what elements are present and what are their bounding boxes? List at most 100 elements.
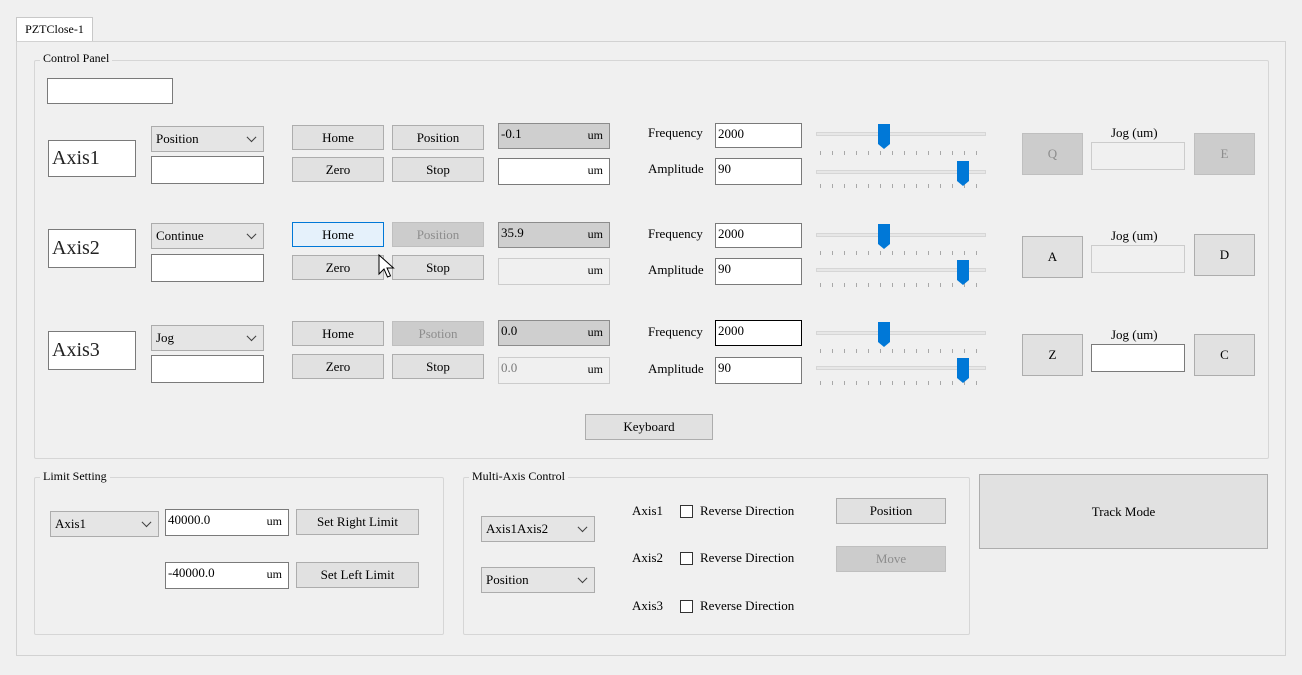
left-limit-value: -40000.0 <box>168 565 215 580</box>
axis2-mode-value: Continue <box>156 228 204 243</box>
limit-axis-value: Axis1 <box>55 516 87 531</box>
axis3-label: Axis3 <box>48 331 136 370</box>
set-left-limit-button[interactable]: Set Left Limit <box>296 562 419 588</box>
axis1-frequency-slider-ticks <box>820 151 985 155</box>
axis2-stop-button[interactable]: Stop <box>392 255 484 280</box>
axis3-home-button[interactable]: Home <box>292 321 384 346</box>
axis2-readout-value: 35.9 <box>501 225 524 240</box>
axis3-jog-label: Jog (um) <box>1111 327 1158 342</box>
axis1-reverse-checkbox[interactable] <box>680 505 693 518</box>
axis1-frequency-label: Frequency <box>648 125 703 140</box>
tab-pztclose-1[interactable]: PZTClose-1 <box>16 17 93 42</box>
axis2-home-button[interactable]: Home <box>292 222 384 247</box>
chevron-down-icon <box>577 573 588 584</box>
axis1-jog-input[interactable] <box>1091 142 1185 170</box>
axis3-jog-left-button[interactable]: Z <box>1022 334 1083 376</box>
axis3-frequency-slider-ticks <box>820 349 985 353</box>
axis3-frequency-input[interactable]: 2000 <box>715 320 802 346</box>
axis2-frequency-slider-ticks <box>820 251 985 255</box>
limit-axis-select[interactable]: Axis1 <box>50 511 159 537</box>
axis3-frequency-label: Frequency <box>648 324 703 339</box>
chevron-down-icon <box>141 517 152 528</box>
axis1-label: Axis1 <box>48 140 136 177</box>
axis2-position-button[interactable]: Position <box>392 222 484 247</box>
axis1-frequency-slider-track <box>816 132 986 136</box>
right-limit-value: 40000.0 <box>168 512 211 527</box>
chevron-down-icon <box>246 132 257 143</box>
multi-axis-axes-select[interactable]: Axis1Axis2 <box>481 516 595 542</box>
axis1-mode-value: Position <box>156 131 199 146</box>
axis2-target-input[interactable]: um <box>498 258 610 285</box>
axis1-jog-left-button[interactable]: Q <box>1022 133 1083 175</box>
axis3-mode-value: Jog <box>156 330 175 345</box>
axis3-frequency-slider-track <box>816 331 986 335</box>
axis1-mode-input[interactable] <box>151 156 264 184</box>
axis3-target-input[interactable]: 0.0 um <box>498 357 610 384</box>
left-limit-input[interactable]: -40000.0 um <box>165 562 289 589</box>
axis2-frequency-slider-track <box>816 233 986 237</box>
axis1-target-input[interactable]: um <box>498 158 610 185</box>
axis2-reverse-label: Reverse Direction <box>700 550 795 565</box>
axis2-jog-label: Jog (um) <box>1111 228 1158 243</box>
axis2-zero-button[interactable]: Zero <box>292 255 384 280</box>
multi-axis1-label: Axis1 <box>632 503 664 518</box>
axis3-stop-button[interactable]: Stop <box>392 354 484 379</box>
control-panel-top-field[interactable] <box>47 78 173 104</box>
chevron-down-icon <box>246 229 257 240</box>
axis2-reverse-checkbox[interactable] <box>680 552 693 565</box>
axis2-frequency-slider-thumb[interactable] <box>878 224 891 249</box>
axis3-amplitude-slider-thumb[interactable] <box>957 358 970 383</box>
multi-axis-move-button[interactable]: Move <box>836 546 946 572</box>
axis1-jog-right-button[interactable]: E <box>1194 133 1255 175</box>
axis1-readout: -0.1 um <box>498 123 610 149</box>
axis1-stop-button[interactable]: Stop <box>392 157 484 182</box>
axis1-zero-button[interactable]: Zero <box>292 157 384 182</box>
axis2-jog-right-button[interactable]: D <box>1194 234 1255 276</box>
axis2-jog-input[interactable] <box>1091 245 1185 273</box>
axis3-mode-select[interactable]: Jog <box>151 325 264 351</box>
multi-axis2-label: Axis2 <box>632 550 664 565</box>
axis3-readout-unit: um <box>587 325 603 339</box>
axis3-frequency-slider-thumb[interactable] <box>878 322 891 347</box>
left-limit-unit: um <box>266 567 282 581</box>
track-mode-button[interactable]: Track Mode <box>979 474 1268 549</box>
tab-label: PZTClose-1 <box>25 22 84 36</box>
axis3-position-button[interactable]: Psotion <box>392 321 484 346</box>
axis2-mode-input[interactable] <box>151 254 264 282</box>
right-limit-input[interactable]: 40000.0 um <box>165 509 289 536</box>
axis1-target-unit: um <box>587 163 603 177</box>
axis1-home-button[interactable]: Home <box>292 125 384 150</box>
multi-axis-axes-value: Axis1Axis2 <box>486 521 549 536</box>
axis2-jog-left-button[interactable]: A <box>1022 236 1083 278</box>
axis1-mode-select[interactable]: Position <box>151 126 264 152</box>
axis3-mode-input[interactable] <box>151 355 264 383</box>
axis2-amplitude-slider-thumb[interactable] <box>957 260 970 285</box>
multi-axis-control-title: Multi-Axis Control <box>469 469 569 483</box>
axis1-amplitude-label: Amplitude <box>648 161 704 176</box>
axis3-jog-input[interactable] <box>1091 344 1185 372</box>
axis3-amplitude-input[interactable]: 90 <box>715 357 802 384</box>
axis1-readout-unit: um <box>587 128 603 142</box>
axis3-zero-button[interactable]: Zero <box>292 354 384 379</box>
axis1-frequency-slider-thumb[interactable] <box>878 124 891 149</box>
axis1-frequency-input[interactable]: 2000 <box>715 123 802 148</box>
axis2-amplitude-label: Amplitude <box>648 262 704 277</box>
axis2-mode-select[interactable]: Continue <box>151 223 264 249</box>
axis3-reverse-checkbox[interactable] <box>680 600 693 613</box>
axis2-frequency-input[interactable]: 2000 <box>715 223 802 248</box>
multi-axis-position-button[interactable]: Position <box>836 498 946 524</box>
mouse-pointer-icon <box>378 254 395 278</box>
axis1-readout-value: -0.1 <box>501 126 522 141</box>
axis1-amplitude-slider-thumb[interactable] <box>957 161 970 186</box>
axis2-amplitude-input[interactable]: 90 <box>715 258 802 285</box>
multi-axis-mode-select[interactable]: Position <box>481 567 595 593</box>
keyboard-button[interactable]: Keyboard <box>585 414 713 440</box>
axis3-jog-right-button[interactable]: C <box>1194 334 1255 376</box>
axis1-position-button[interactable]: Position <box>392 125 484 150</box>
axis3-readout-value: 0.0 <box>501 323 518 338</box>
axis1-amplitude-input[interactable]: 90 <box>715 158 802 185</box>
limit-setting-group <box>34 477 444 635</box>
limit-setting-title: Limit Setting <box>40 469 110 483</box>
axis2-readout: 35.9 um <box>498 222 610 248</box>
set-right-limit-button[interactable]: Set Right Limit <box>296 509 419 535</box>
